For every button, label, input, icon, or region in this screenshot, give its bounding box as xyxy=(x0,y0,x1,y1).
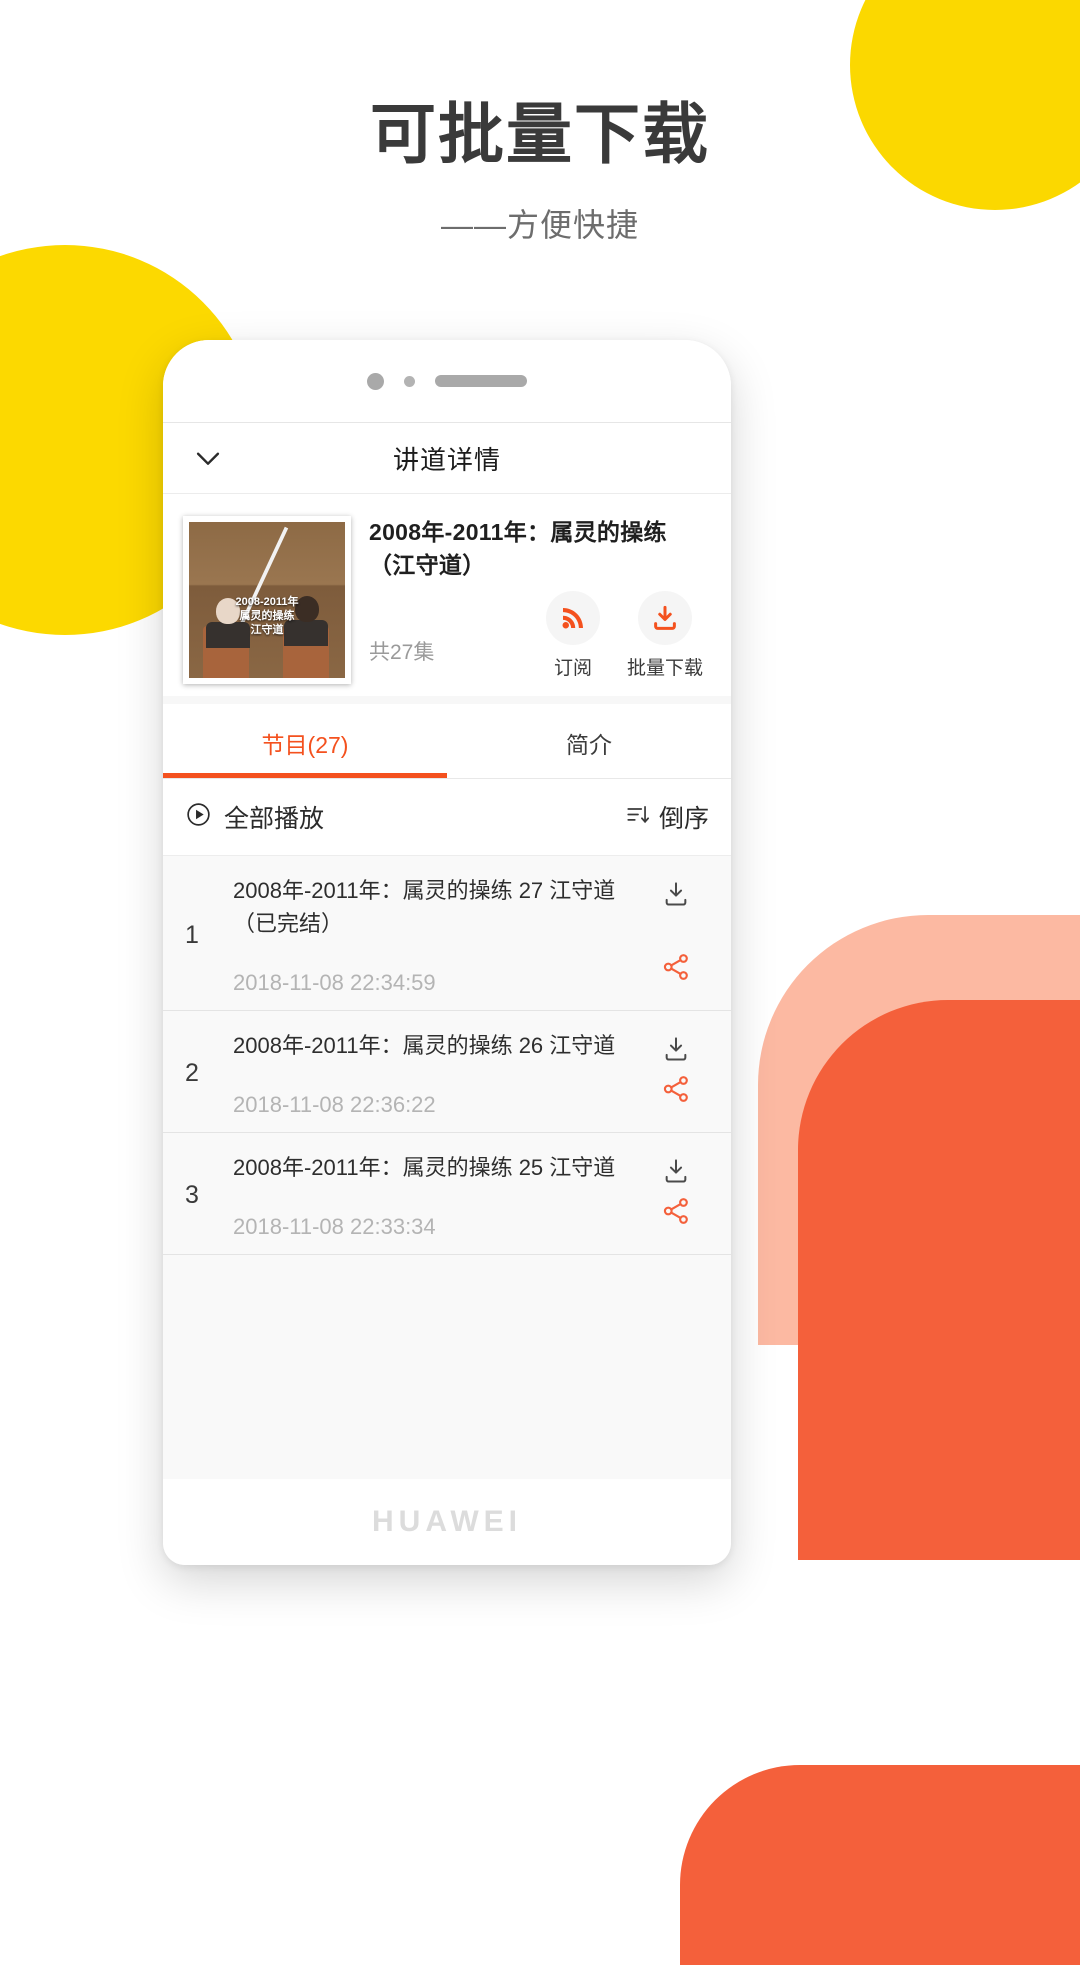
play-all-label: 全部播放 xyxy=(224,805,325,833)
tab-episodes[interactable]: 节目(27) xyxy=(163,704,447,778)
episode-title: 2008年-2011年：属灵的操练 25 江守道 xyxy=(233,1155,616,1180)
share-icon[interactable] xyxy=(660,951,692,988)
subscribe-button[interactable]: 订阅 xyxy=(527,591,619,680)
show-cover-thumbnail[interactable]: 2008-2011年 属灵的操练 江守道 xyxy=(183,516,351,684)
episode-list[interactable]: 1 2008年-2011年：属灵的操练 27 江守道（已完结） 2018-11-… xyxy=(163,856,731,1479)
download-icon[interactable] xyxy=(660,1033,692,1070)
download-icon[interactable] xyxy=(660,1155,692,1192)
share-icon[interactable] xyxy=(660,1073,692,1110)
sensor-dot-icon xyxy=(404,375,415,387)
play-all-bar: 全部播放 倒序 xyxy=(163,779,731,856)
chevron-down-icon[interactable] xyxy=(191,441,225,475)
tab-strip: 节目(27) 简介 xyxy=(163,696,731,779)
promo-subheadline: ——方便快捷 xyxy=(440,207,639,244)
sort-order-label: 倒序 xyxy=(658,805,709,833)
decor-shape-red-bottom xyxy=(680,1765,1080,1965)
episode-index: 1 xyxy=(185,920,199,949)
show-detail-right: 2008年-2011年：属灵的操练（江守道） 共27集 订阅 批量下载 xyxy=(369,516,711,684)
show-detail-card: 2008-2011年 属灵的操练 江守道 2008年-2011年：属灵的操练（江… xyxy=(163,494,731,696)
phone-mockup: 讲道详情 2008-2011年 属灵的操练 江守道 2008年-2011年：属灵… xyxy=(163,340,731,1565)
rss-icon xyxy=(546,591,600,645)
subscribe-label: 订阅 xyxy=(553,658,592,679)
download-box-icon xyxy=(638,591,692,645)
download-icon[interactable] xyxy=(660,878,692,915)
promo-text-block: 可批量下载 ——方便快捷 xyxy=(0,95,1080,246)
show-action-row: 共27集 订阅 批量下载 xyxy=(369,591,711,684)
tab-intro[interactable]: 简介 xyxy=(447,704,731,778)
episode-time: 2018-11-08 22:34:59 xyxy=(233,970,436,995)
cover-caption-line3: 江守道 xyxy=(250,623,284,636)
play-circle-icon xyxy=(185,801,212,833)
speaker-bar-icon xyxy=(435,375,527,387)
decor-shape-red-bottom-right xyxy=(798,1000,1080,1560)
episode-row[interactable]: 3 2008年-2011年：属灵的操练 25 江守道 2018-11-08 22… xyxy=(163,1133,731,1255)
play-all-button[interactable]: 全部播放 xyxy=(185,799,324,835)
cover-caption-line1: 2008-2011年 xyxy=(235,595,299,608)
sort-order-button[interactable]: 倒序 xyxy=(625,799,709,835)
promo-headline: 可批量下载 xyxy=(370,96,710,173)
app-header: 讲道详情 xyxy=(163,422,731,494)
page-title: 讲道详情 xyxy=(392,444,501,475)
phone-earpiece-row xyxy=(163,340,731,422)
batch-download-button[interactable]: 批量下载 xyxy=(619,591,711,680)
episode-row[interactable]: 1 2008年-2011年：属灵的操练 27 江守道（已完结） 2018-11-… xyxy=(163,856,731,1011)
episode-time: 2018-11-08 22:33:34 xyxy=(233,1214,436,1239)
episode-row[interactable]: 2 2008年-2011年：属灵的操练 26 江守道 2018-11-08 22… xyxy=(163,1011,731,1133)
sort-descending-icon xyxy=(625,802,651,833)
cover-caption-line2: 属灵的操练 xyxy=(239,609,295,622)
episode-title: 2008年-2011年：属灵的操练 27 江守道（已完结） xyxy=(233,878,616,936)
share-icon[interactable] xyxy=(660,1195,692,1232)
phone-footer: HUAWEI xyxy=(163,1479,731,1565)
episode-count-label: 共27集 xyxy=(369,641,435,664)
episode-time: 2018-11-08 22:36:22 xyxy=(233,1092,436,1117)
episode-title: 2008年-2011年：属灵的操练 26 江守道 xyxy=(233,1033,616,1058)
batch-download-label: 批量下载 xyxy=(626,658,703,679)
show-title: 2008年-2011年：属灵的操练（江守道） xyxy=(369,519,667,579)
huawei-wordmark: HUAWEI xyxy=(372,1505,522,1538)
camera-dot-icon xyxy=(367,372,384,390)
episode-index: 2 xyxy=(185,1059,199,1087)
episode-index: 3 xyxy=(185,1181,199,1209)
